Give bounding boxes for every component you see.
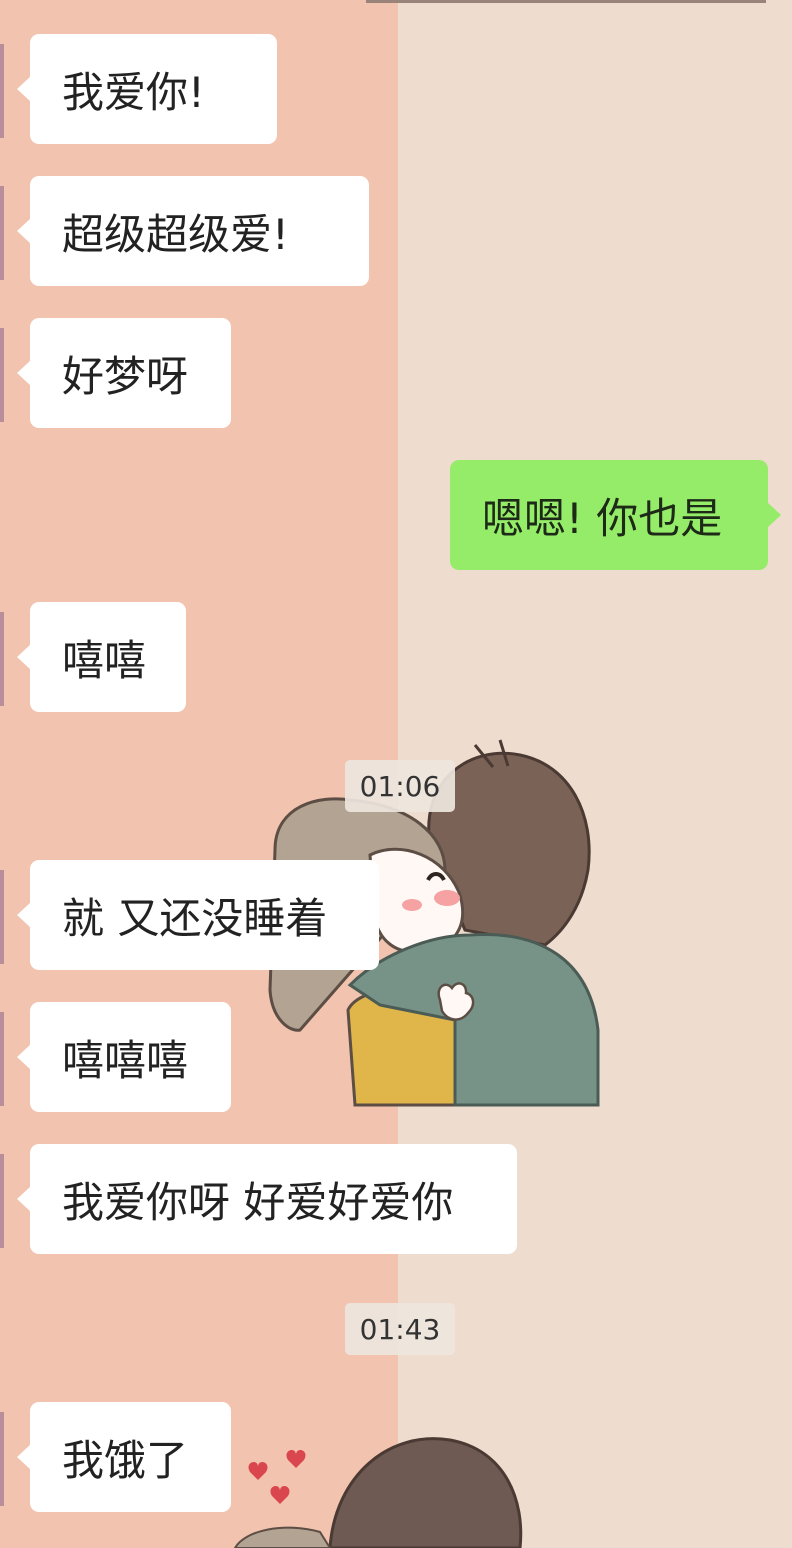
avatar[interactable] <box>0 870 4 964</box>
avatar[interactable] <box>0 44 4 138</box>
avatar[interactable] <box>0 186 4 280</box>
avatar[interactable] <box>0 1012 4 1106</box>
message-bubble-outgoing[interactable]: 嗯嗯! 你也是 <box>450 460 781 570</box>
avatar[interactable] <box>0 1412 4 1506</box>
timestamp: 01:43 <box>345 1303 455 1355</box>
avatar[interactable] <box>0 612 4 706</box>
message-bubble-incoming[interactable]: 嘻嘻 <box>17 602 186 712</box>
message-bubble-incoming[interactable]: 超级超级爱! <box>17 176 369 286</box>
message-bubble-incoming[interactable]: 好梦呀 <box>17 318 231 428</box>
timestamp: 01:06 <box>345 760 455 812</box>
message-bubble-incoming[interactable]: 嘻嘻嘻 <box>17 1002 231 1112</box>
avatar[interactable] <box>0 1154 4 1248</box>
message-bubble-incoming[interactable]: 我爱你呀 好爱好爱你 <box>17 1144 517 1254</box>
message-bubble-incoming[interactable]: 我爱你! <box>17 34 277 144</box>
message-bubble-incoming[interactable]: 就 又还没睡着 <box>17 860 379 970</box>
avatar[interactable] <box>0 328 4 422</box>
message-bubble-incoming[interactable]: 我饿了 <box>17 1402 231 1512</box>
